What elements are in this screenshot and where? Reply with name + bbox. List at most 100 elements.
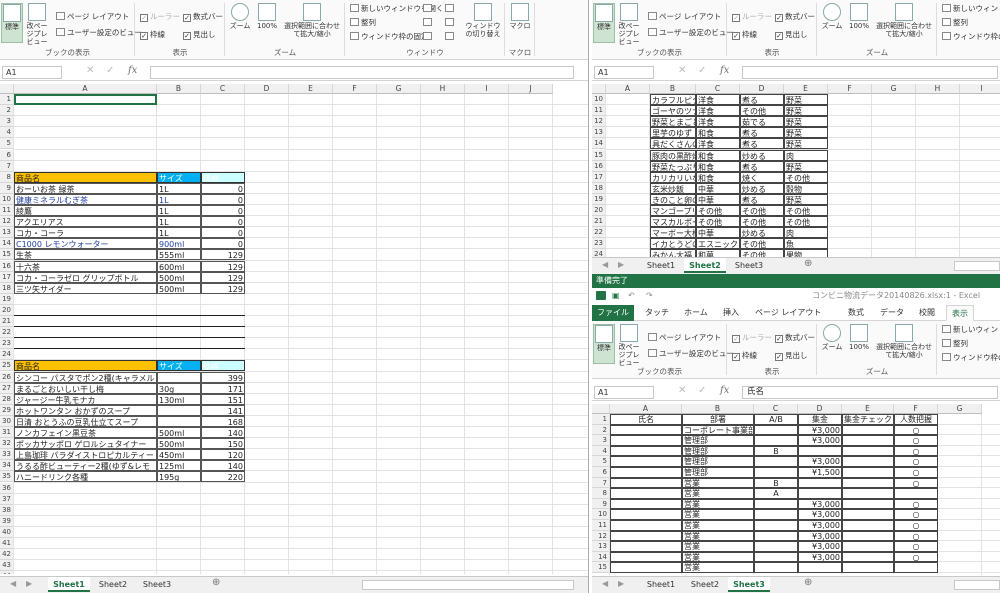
data-cell[interactable] — [842, 445, 894, 457]
table-cell[interactable]: 0 — [201, 182, 245, 194]
row-header[interactable]: 15 — [0, 249, 14, 261]
cancel-icon[interactable]: ✕ — [678, 65, 686, 76]
table-cell[interactable]: 140 — [201, 460, 245, 472]
row-header[interactable]: 7 — [0, 160, 14, 172]
table-cell[interactable]: 1L — [157, 193, 201, 205]
worksheet-grid[interactable]: A B C D E F G 1 2 3 4 5 6 7 8 9 10 11 12 13 14 15 氏名 部署 A/B 集金 集金チ… — [592, 404, 1000, 575]
data-cell[interactable]: ○ — [894, 541, 938, 552]
data-cell[interactable] — [842, 498, 894, 510]
column-header[interactable]: A — [14, 84, 157, 94]
split-button[interactable] — [423, 4, 434, 14]
corner-cell[interactable] — [592, 404, 610, 414]
page-break-preview-button[interactable]: 改ページプレビュー — [24, 3, 50, 46]
table-header[interactable]: 商品名 — [14, 171, 157, 183]
page-layout-button[interactable]: ページ レイアウト — [56, 12, 129, 22]
insert-function-icon[interactable]: fx — [720, 65, 729, 76]
row-header[interactable]: 29 — [0, 404, 14, 416]
row-header[interactable]: 2 — [592, 424, 610, 436]
row-header[interactable]: 13 — [592, 127, 606, 139]
tab-7[interactable]: 校閲 — [914, 305, 940, 321]
sheet-tab-sheet1[interactable]: Sheet1 — [640, 577, 682, 592]
data-cell[interactable]: マンゴープリ — [650, 205, 696, 217]
sheet-tab-sheet2[interactable]: Sheet2 — [92, 577, 134, 592]
data-cell[interactable]: ¥3,000 — [798, 530, 842, 542]
table-cell[interactable]: 0 — [201, 205, 245, 217]
row-header[interactable]: 26 — [0, 371, 14, 383]
row-header[interactable]: 11 — [592, 520, 610, 531]
data-cell[interactable]: きのこと卵の — [650, 193, 696, 205]
row-header[interactable]: 17 — [0, 271, 14, 283]
data-cell[interactable]: マーボー大根 — [650, 227, 696, 239]
tab-0[interactable]: ファイル — [592, 305, 634, 321]
data-cell[interactable]: 営業 — [682, 520, 754, 531]
data-cell[interactable] — [610, 541, 682, 552]
data-cell[interactable]: ○ — [894, 424, 938, 436]
data-cell[interactable] — [798, 562, 842, 573]
next-sheet-icon[interactable]: ▶ — [618, 579, 624, 588]
new-window-button[interactable]: 新しいウィンドウ — [942, 4, 1000, 14]
data-cell[interactable]: その他 — [696, 216, 740, 228]
normal-view-button[interactable]: 標準 — [593, 324, 615, 364]
table-cell[interactable]: 171 — [201, 382, 245, 394]
row-header[interactable]: 23 — [0, 338, 14, 350]
hide-button[interactable] — [423, 18, 434, 28]
table-cell[interactable]: 450ml — [157, 449, 201, 461]
row-header[interactable]: 40 — [0, 526, 14, 538]
data-cell[interactable]: 果物 — [784, 249, 828, 257]
table-cell[interactable]: 生茶 — [14, 249, 157, 261]
row-header[interactable]: 24 — [592, 249, 606, 257]
data-cell[interactable]: 煮る — [740, 138, 784, 150]
cancel-icon[interactable]: ✕ — [678, 385, 686, 396]
data-cell[interactable] — [754, 520, 798, 531]
data-cell[interactable]: 煮る — [740, 127, 784, 139]
row-header[interactable]: 3 — [592, 435, 610, 446]
table-cell[interactable]: 30g — [157, 382, 201, 394]
data-cell[interactable]: その他 — [740, 205, 784, 217]
column-header[interactable]: G — [377, 84, 421, 94]
table-header[interactable]: サイズ — [157, 171, 201, 183]
corner-cell[interactable] — [0, 84, 14, 94]
table-cell[interactable]: 500ml — [157, 271, 201, 283]
column-header[interactable]: I — [960, 84, 1000, 94]
data-cell[interactable]: ゴーヤのツナ — [650, 105, 696, 117]
zoom-selection-button[interactable]: 選択範囲に合わせて拡大/縮小 — [873, 324, 935, 364]
data-cell[interactable] — [894, 488, 938, 499]
data-cell[interactable]: カラフルピクル — [650, 94, 696, 106]
row-header[interactable]: 28 — [0, 393, 14, 405]
data-cell[interactable]: 中華 — [696, 193, 740, 205]
data-cell[interactable]: エスニック — [696, 238, 740, 250]
row-header[interactable]: 9 — [0, 182, 14, 194]
data-cell[interactable]: 野菜 — [784, 94, 828, 106]
formula-input[interactable] — [742, 66, 998, 79]
data-cell[interactable] — [842, 424, 894, 436]
row-header[interactable]: 15 — [592, 562, 610, 573]
data-cell[interactable] — [842, 435, 894, 446]
data-cell[interactable]: 野菜 — [784, 105, 828, 117]
row-header[interactable]: 31 — [0, 427, 14, 439]
custom-view-button[interactable]: ユーザー設定のビュー — [56, 28, 142, 38]
table-cell[interactable]: 1L — [157, 182, 201, 194]
reset-position-button[interactable] — [445, 32, 456, 42]
row-header[interactable]: 32 — [0, 438, 14, 450]
row-header[interactable]: 16 — [592, 160, 606, 172]
table-cell[interactable]: 399 — [201, 371, 245, 383]
custom-view-button[interactable]: ユーザー設定のビュー — [648, 28, 734, 38]
zoom-button[interactable]: ズーム — [820, 324, 844, 364]
save-icon[interactable]: ▣ — [612, 288, 620, 303]
row-header[interactable]: 39 — [0, 515, 14, 527]
data-cell[interactable]: 野菜 — [784, 138, 828, 150]
data-cell[interactable]: 豚肉の黒酢炒 — [650, 149, 696, 161]
column-header[interactable]: J — [509, 84, 553, 94]
headings-checkbox[interactable]: ✓ 見出し — [183, 30, 216, 40]
row-header[interactable]: 18 — [592, 182, 606, 194]
data-cell[interactable] — [842, 488, 894, 499]
macros-button[interactable]: マクロ — [508, 3, 532, 43]
column-header[interactable]: B — [682, 404, 754, 414]
row-header[interactable]: 11 — [0, 205, 14, 217]
table-cell[interactable]: ポッカサッポロ ゲロルシュタイナー — [14, 438, 157, 450]
data-cell[interactable] — [610, 445, 682, 457]
tab-1[interactable]: タッチ — [640, 305, 674, 321]
table-cell[interactable]: 129 — [201, 249, 245, 261]
row-header[interactable]: 1 — [0, 94, 14, 106]
name-box[interactable]: A1 — [2, 66, 62, 79]
